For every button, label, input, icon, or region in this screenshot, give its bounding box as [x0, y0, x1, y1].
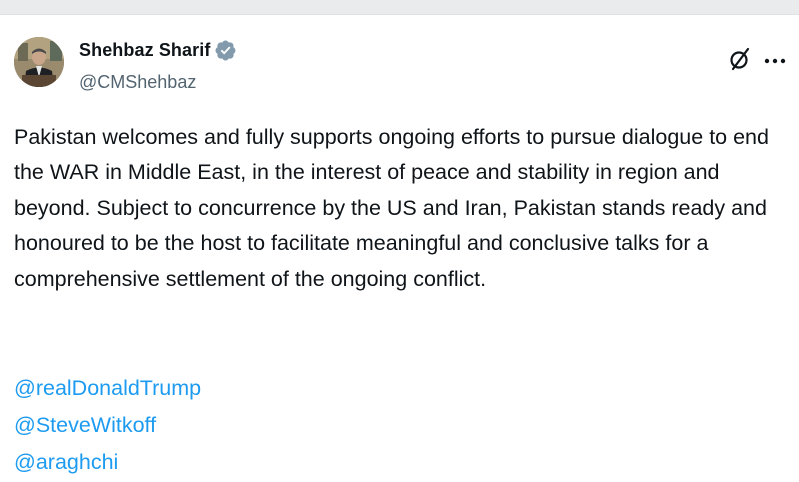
mention-link[interactable]: @araghchi [14, 444, 201, 481]
more-horizontal-icon[interactable] [763, 53, 787, 64]
mentions-list: @realDonaldTrump @SteveWitkoff @araghchi [14, 370, 201, 481]
grok-slash-icon[interactable] [727, 46, 753, 72]
tweet-text: Pakistan welcomes and fully supports ong… [14, 125, 769, 291]
author-handle[interactable]: @CMShehbaz [79, 72, 196, 93]
mention-link[interactable]: @realDonaldTrump [14, 370, 201, 407]
mention-link[interactable]: @SteveWitkoff [14, 407, 201, 444]
avatar-image [14, 37, 64, 87]
avatar[interactable] [14, 37, 64, 87]
author-name-row[interactable]: Shehbaz Sharif [79, 40, 236, 61]
author-display-name[interactable]: Shehbaz Sharif [79, 40, 210, 61]
verified-badge-icon [215, 40, 236, 61]
tweet-card: Shehbaz Sharif @CMShehbaz Pakistan welco… [0, 14, 799, 482]
